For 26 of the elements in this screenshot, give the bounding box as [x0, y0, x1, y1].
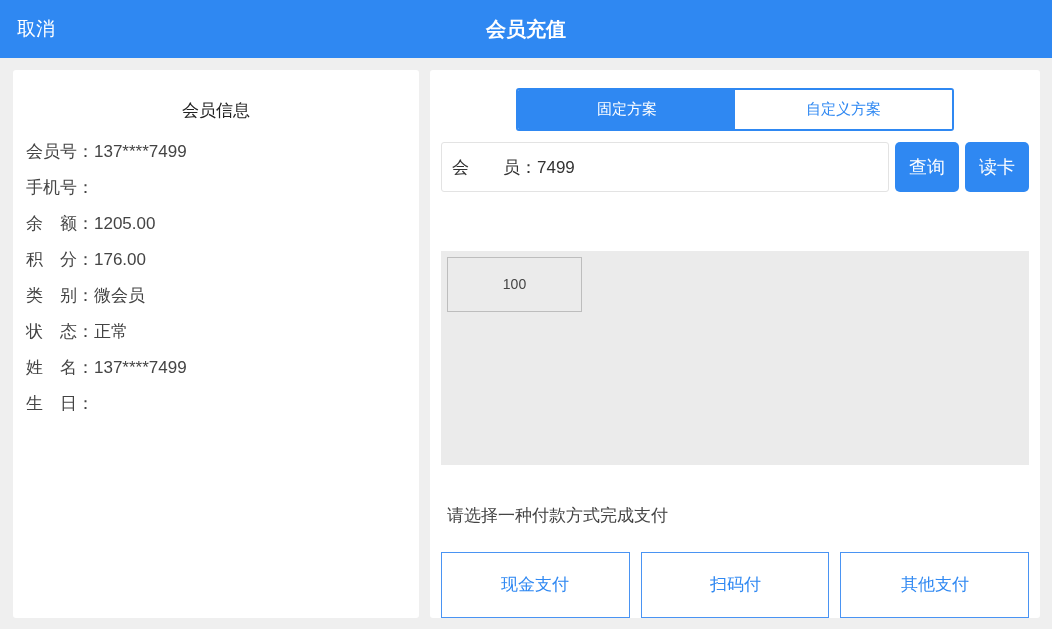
- field-label: 生 日：: [26, 392, 94, 415]
- field-value: 1205.00: [94, 212, 156, 235]
- payment-button[interactable]: 其他支付: [840, 552, 1029, 618]
- query-button[interactable]: 查询: [895, 142, 959, 192]
- payment-prompt: 请选择一种付款方式完成支付: [447, 505, 668, 525]
- field-label: 余 额：: [26, 212, 94, 235]
- field-label: 会员号：: [26, 140, 94, 163]
- field-label: 类 别：: [26, 284, 94, 307]
- field-value: 176.00: [94, 248, 146, 271]
- payment-button[interactable]: 现金支付: [441, 552, 630, 618]
- read-card-button[interactable]: 读卡: [965, 142, 1029, 192]
- field-label: 手机号：: [26, 176, 94, 199]
- field-value: 正常: [94, 320, 128, 343]
- field-label: 积 分：: [26, 248, 94, 271]
- cancel-button[interactable]: 取消: [17, 14, 55, 44]
- amount-option[interactable]: 100: [447, 257, 582, 312]
- plan-tab[interactable]: 固定方案: [518, 90, 735, 129]
- page-title: 会员充值: [486, 17, 566, 42]
- field-value: 137****7499: [94, 356, 187, 379]
- field-label: 状 态：: [26, 320, 94, 343]
- field-label: 姓 名：: [26, 356, 94, 379]
- member-input-field[interactable]: 会 员：7499: [441, 142, 889, 192]
- field-value: 微会员: [94, 284, 145, 307]
- panel-title: 会员信息: [182, 100, 250, 122]
- payment-button[interactable]: 扫码付: [640, 552, 830, 618]
- field-value: 137****7499: [94, 140, 187, 163]
